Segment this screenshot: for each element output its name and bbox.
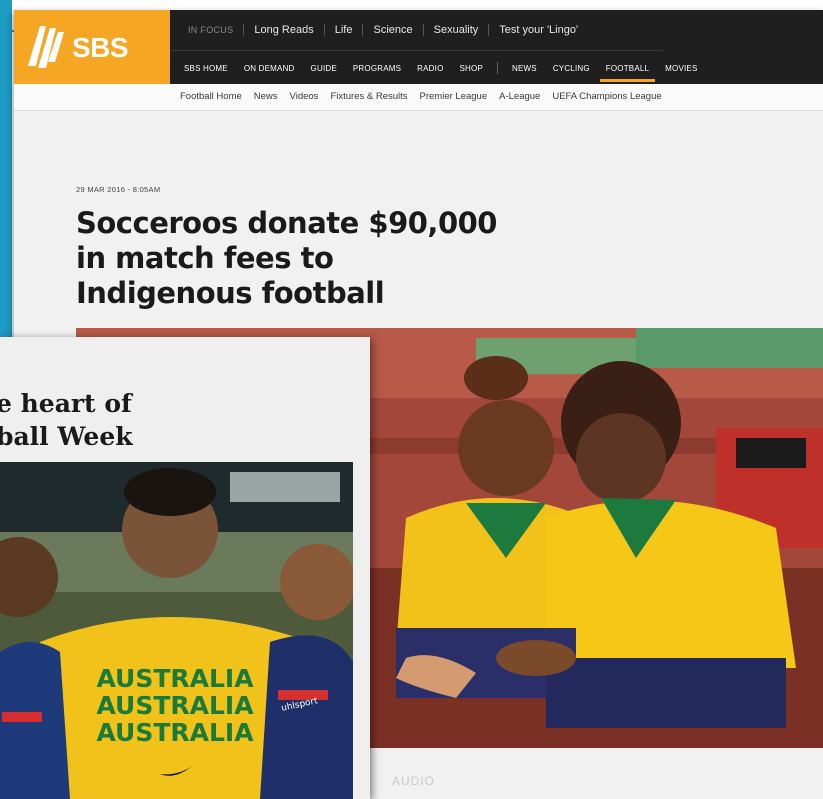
secondary-nav: SBS HOME ON DEMAND GUIDE PROGRAMS RADIO … <box>176 62 706 82</box>
headline-line: in match fees to <box>76 241 334 275</box>
player-celebration-image: AUSTRALIA AUSTRALIA AUSTRALIA uhlsport <box>0 462 353 799</box>
nav-programs[interactable]: PROGRAMS <box>345 64 409 73</box>
teal-border-decoration <box>0 0 12 360</box>
subnav-videos[interactable]: Videos <box>284 91 325 102</box>
sbs-logo-icon <box>28 26 64 68</box>
overlay-heading: e heart of ball Week <box>0 387 133 453</box>
nav-test-your-lingo[interactable]: Test your 'Lingo' <box>489 24 588 36</box>
overlay-article-screenshot: e heart of ball Week AUSTRALIA AUSTRALIA… <box>0 337 370 799</box>
subnav-uefa-champions-league[interactable]: UEFA Champions League <box>546 91 667 102</box>
nav-cycling[interactable]: CYCLING <box>545 64 598 73</box>
nav-separator <box>497 62 498 74</box>
shirt-text-line: AUSTRALIA <box>96 691 254 720</box>
audio-label[interactable]: AUDIO <box>392 774 435 788</box>
nav-sexuality[interactable]: Sexuality <box>424 24 490 36</box>
sbs-logo[interactable]: SBS <box>14 10 170 84</box>
nav-shop[interactable]: SHOP <box>452 64 491 73</box>
primary-nav: IN FOCUS Long Reads Life Science Sexuali… <box>178 24 588 36</box>
article-headline[interactable]: Socceroos donate $90,000 in match fees t… <box>76 206 596 311</box>
nav-life[interactable]: Life <box>325 24 364 36</box>
nav-long-reads[interactable]: Long Reads <box>244 24 325 36</box>
top-navigation-bar: IN FOCUS Long Reads Life Science Sexuali… <box>170 10 823 84</box>
nav-movies[interactable]: MOVIES <box>657 64 705 73</box>
headline-line: Indigenous football <box>76 276 385 310</box>
football-subnav: Football Home News Videos Fixtures & Res… <box>14 84 823 111</box>
nav-science[interactable]: Science <box>363 24 424 36</box>
nav-sbs-home[interactable]: SBS HOME <box>176 64 236 73</box>
nav-news[interactable]: NEWS <box>504 64 545 73</box>
shirt-text-line: AUSTRALIA <box>96 718 254 747</box>
nav-guide[interactable]: GUIDE <box>303 64 345 73</box>
subnav-football-home[interactable]: Football Home <box>174 91 248 102</box>
subnav-a-league[interactable]: A-League <box>493 91 546 102</box>
headline-line: Socceroos donate $90,000 <box>76 206 497 240</box>
subnav-fixtures-results[interactable]: Fixtures & Results <box>324 91 413 102</box>
subnav-premier-league[interactable]: Premier League <box>414 91 494 102</box>
subnav-news[interactable]: News <box>248 91 284 102</box>
nav-on-demand[interactable]: ON DEMAND <box>236 64 303 73</box>
overlay-photo: AUSTRALIA AUSTRALIA AUSTRALIA uhlsport <box>0 462 353 799</box>
nav-divider <box>170 50 663 51</box>
article-dateline: 29 MAR 2016 - 8:05AM <box>76 185 161 194</box>
logo-text: SBS <box>72 32 129 63</box>
overlay-heading-line: e heart of <box>0 389 132 418</box>
nav-football[interactable]: FOOTBALL <box>598 64 657 82</box>
overlay-heading-line: ball Week <box>0 422 133 451</box>
shirt-text-line: AUSTRALIA <box>96 664 254 693</box>
nav-radio[interactable]: RADIO <box>409 64 451 73</box>
nav-in-focus[interactable]: IN FOCUS <box>178 24 245 36</box>
